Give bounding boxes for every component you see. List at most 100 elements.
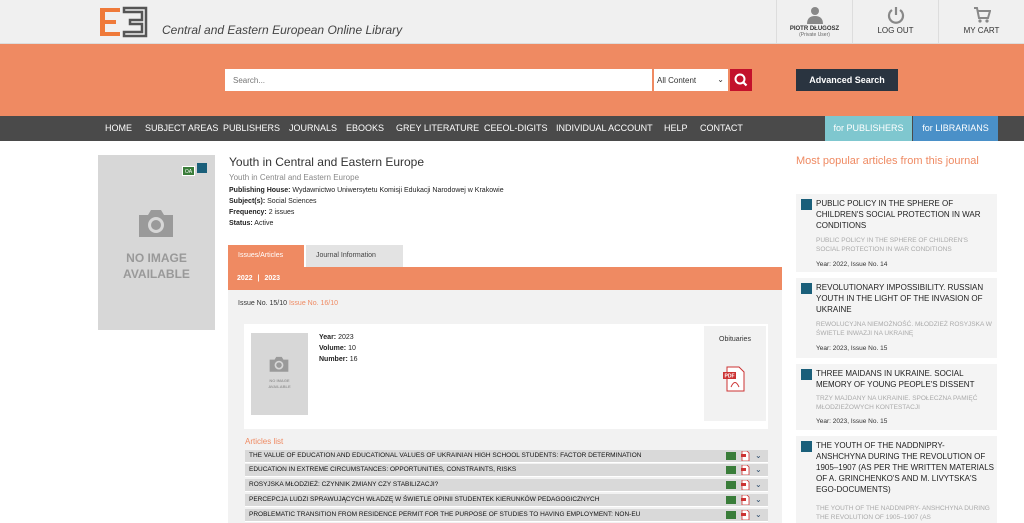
issue-number: Number: 16 (319, 356, 358, 363)
chevron-down-icon[interactable]: ⌄ (755, 451, 762, 460)
content-select-value: All Content (657, 76, 697, 85)
publishing-house-value[interactable]: Wydawnictwo Uniwersytetu Komisji Edukacj… (292, 187, 503, 194)
articles-list-title: Articles list (245, 437, 284, 446)
popular-article-title[interactable]: THREE MAIDANS IN UKRAINE. SOCIAL MEMORY … (816, 368, 994, 390)
chevron-down-icon[interactable]: ⌄ (755, 480, 762, 489)
for-publishers-button[interactable]: for PUBLISHERS (825, 116, 912, 141)
popular-articles-heading: Most popular articles from this journal (796, 155, 979, 167)
pdf-icon[interactable]: PDF (722, 366, 748, 392)
journal-icon (801, 369, 812, 380)
open-access-icon (726, 496, 736, 504)
search-input[interactable] (225, 69, 652, 91)
popular-article-card[interactable]: THE YOUTH OF THE NADDNIPRY-ANSHCHYNA DUR… (796, 436, 997, 523)
no-image-text-2: AVAILABLE (123, 267, 190, 281)
chevron-down-icon: ⌄ (717, 75, 724, 84)
nav-grey-literature[interactable]: GREY LITERATURE (396, 116, 479, 141)
article-title[interactable]: PERCEPCJA LUDZI SPRAWUJĄCYCH WŁADZĘ W ŚW… (249, 496, 599, 503)
popular-article-title[interactable]: THE YOUTH OF THE NADDNIPRY-ANSHCHYNA DUR… (816, 440, 994, 495)
journal-title: Youth in Central and Eastern Europe (229, 155, 425, 169)
article-row[interactable]: EDUCATION IN EXTREME CIRCUMSTANCES: OPPO… (245, 464, 768, 477)
subjects-label: Subject(s): (229, 198, 266, 205)
journal-icon (801, 199, 812, 210)
year-2023[interactable]: 2023 (264, 275, 280, 282)
popular-article-alt-title: REWOLUCYJNA NIEMOŻNOŚĆ. MŁODZIEŻ ROSYJSK… (816, 321, 992, 337)
popular-article-title[interactable]: REVOLUTIONARY IMPOSSIBILITY. RUSSIAN YOU… (816, 282, 994, 315)
nav-publishers[interactable]: PUBLISHERS (223, 116, 280, 141)
camera-icon (269, 356, 289, 372)
article-row[interactable]: PERCEPCJA LUDZI SPRAWUJĄCYCH WŁADZĘ W ŚW… (245, 494, 768, 507)
article-row[interactable]: ROSYJSKA MŁODZIEŻ: CZYNNIK ZMIANY CZY ST… (245, 479, 768, 492)
chevron-down-icon[interactable]: ⌄ (755, 495, 762, 504)
article-row[interactable]: PROBLEMATIC TRANSITION FROM RESIDENCE PE… (245, 509, 768, 522)
user-account[interactable]: PIOTR DŁUGOSZ (Private User) (776, 0, 852, 44)
ceeol-logo[interactable] (98, 6, 150, 38)
frequency-label: Frequency: (229, 209, 267, 216)
article-title[interactable]: EDUCATION IN EXTREME CIRCUMSTANCES: OPPO… (249, 466, 516, 473)
article-title[interactable]: THE VALUE OF EDUCATION AND EDUCATIONAL V… (249, 452, 641, 459)
subjects-value[interactable]: Social Sciences (267, 198, 316, 205)
pdf-icon[interactable] (741, 465, 750, 475)
user-icon (806, 7, 823, 24)
pdf-icon[interactable] (741, 451, 750, 461)
issue-number-label: Number: (319, 356, 348, 363)
nav-journals[interactable]: JOURNALS (289, 116, 337, 141)
nav-ceeol-digits[interactable]: CEEOL-DIGITS (484, 116, 548, 141)
frequency: Frequency: 2 issues (229, 209, 294, 216)
advanced-search-button[interactable]: Advanced Search (796, 69, 898, 91)
popular-article-year: Year: 2023, Issue No. 15 (816, 345, 888, 352)
for-librarians-button[interactable]: for LIBRARIANS (913, 116, 998, 141)
popular-article-card[interactable]: PUBLIC POLICY IN THE SPHERE OF CHILDREN'… (796, 194, 997, 272)
article-title[interactable]: PROBLEMATIC TRANSITION FROM RESIDENCE PE… (249, 511, 640, 518)
issue-15[interactable]: Issue No. 15/10 (238, 300, 287, 307)
issue-cover: NO IMAGE AVAILABLE (251, 333, 308, 415)
pdf-icon[interactable] (741, 510, 750, 520)
journal-icon (197, 163, 207, 173)
open-access-icon: OA (182, 166, 195, 176)
issue-year-value: 2023 (338, 334, 354, 341)
journal-icon (801, 283, 812, 294)
issue-no-image-2: AVAILABLE (268, 384, 291, 389)
pdf-icon[interactable] (741, 480, 750, 490)
cart-icon (973, 7, 991, 23)
issue-selector: Issue No. 15/10 Issue No. 16/10 (238, 300, 338, 307)
tab-issues-articles[interactable]: Issues/Articles (228, 245, 304, 267)
chevron-down-icon[interactable]: ⌄ (755, 510, 762, 519)
nav-home[interactable]: HOME (105, 116, 132, 141)
camera-icon (139, 210, 173, 237)
search-button[interactable] (730, 69, 752, 91)
popular-article-year: Year: 2022, Issue No. 14 (816, 261, 888, 268)
popular-article-card[interactable]: REVOLUTIONARY IMPOSSIBILITY. RUSSIAN YOU… (796, 278, 997, 358)
year-2022[interactable]: 2022 (237, 275, 253, 282)
article-title[interactable]: ROSYJSKA MŁODZIEŻ: CZYNNIK ZMIANY CZY ST… (249, 481, 438, 488)
issue-16[interactable]: Issue No. 16/10 (289, 300, 338, 307)
svg-text:PDF: PDF (725, 374, 735, 380)
logout-button[interactable]: LOG OUT (852, 0, 938, 44)
content-select[interactable]: All Content ⌄ (654, 69, 728, 91)
article-row[interactable]: THE VALUE OF EDUCATION AND EDUCATIONAL V… (245, 450, 768, 463)
year-separator: | (257, 275, 260, 282)
journal-subtitle: Youth in Central and Eastern Europe (229, 173, 360, 182)
status: Status: Active (229, 220, 273, 227)
nav-contact[interactable]: CONTACT (700, 116, 743, 141)
open-access-icon (726, 511, 736, 519)
no-image-text-1: NO IMAGE (126, 251, 187, 265)
chevron-down-icon[interactable]: ⌄ (755, 465, 762, 474)
issue-volume: Volume: 10 (319, 345, 356, 352)
pdf-icon[interactable] (741, 495, 750, 505)
popular-article-title[interactable]: PUBLIC POLICY IN THE SPHERE OF CHILDREN'… (816, 198, 994, 231)
tab-journal-information[interactable]: Journal Information (306, 245, 403, 267)
search-band: All Content ⌄ Advanced Search (0, 44, 1024, 116)
nav-ebooks[interactable]: EBOOKS (346, 116, 384, 141)
frequency-value: 2 issues (268, 209, 295, 216)
cart-button[interactable]: MY CART (938, 0, 1024, 44)
popular-article-alt-title: THE YOUTH OF THE NADDNIPRY- ANSHCHYNA DU… (816, 505, 990, 521)
open-access-icon (726, 466, 736, 474)
status-value: Active (254, 220, 274, 227)
obituaries-label[interactable]: Obituaries (704, 336, 766, 343)
nav-subject-areas[interactable]: SUBJECT AREAS (145, 116, 218, 141)
power-icon (887, 7, 904, 24)
main-nav: HOME SUBJECT AREAS PUBLISHERS JOURNALS E… (0, 116, 1024, 141)
popular-article-card[interactable]: THREE MAIDANS IN UKRAINE. SOCIAL MEMORY … (796, 364, 997, 430)
nav-help[interactable]: HELP (664, 116, 688, 141)
nav-individual-account[interactable]: INDIVIDUAL ACCOUNT (556, 116, 653, 141)
